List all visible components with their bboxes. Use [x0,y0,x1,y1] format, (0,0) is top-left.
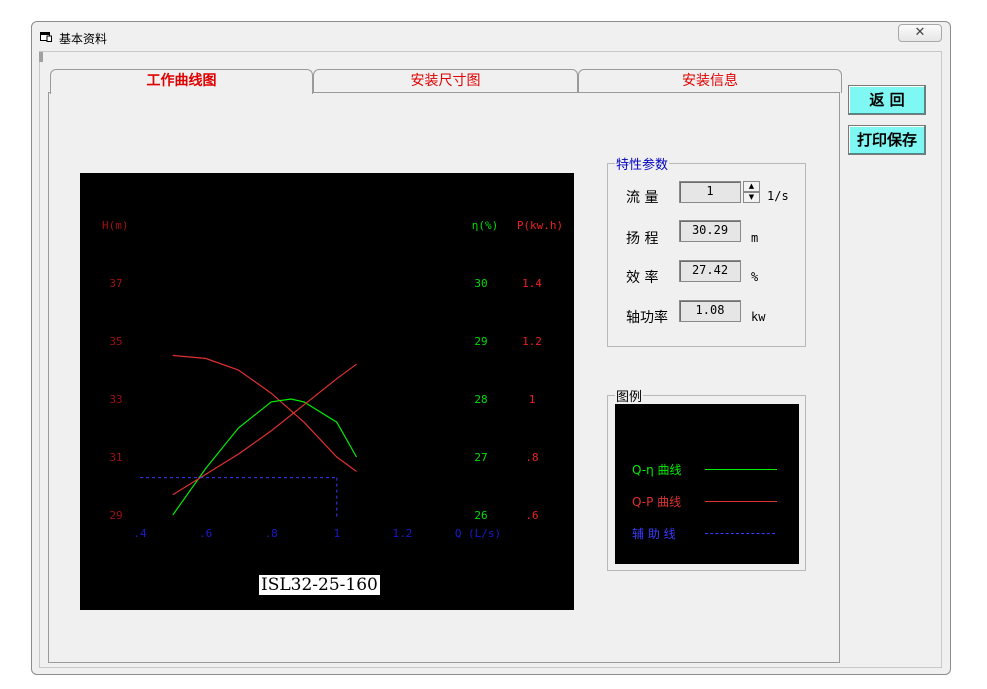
head-tick-label: 29 [109,509,122,522]
power-tick-label: .6 [525,509,538,522]
x-tick-label: 1.2 [392,527,412,540]
flow-input[interactable]: 1 [679,181,741,203]
tab-work-curve[interactable]: 工作曲线图 [50,69,313,94]
power-tick-label: 1 [529,393,536,406]
pump-model-label: ISL32-25-160 [259,575,380,595]
print-save-button[interactable]: 打印保存 [848,125,926,155]
flow-unit: 1/s [767,189,789,203]
x-tick-label: 1 [333,527,340,540]
eff-axis-label: η(%) [472,219,499,232]
tab-strip: 工作曲线图 安装尺寸图 安装信息 [50,69,842,94]
legend-label-eff: Q-η 曲线 [632,463,682,477]
close-icon: ✕ [914,25,926,40]
power-axis-label: P(kw.h) [517,219,563,232]
head-tick-label: 37 [109,277,122,290]
eff-tick-label: 29 [474,335,487,348]
tab-install-info[interactable]: 安装信息 [578,69,842,93]
flow-spinner[interactable]: ▲ ▼ [743,181,760,203]
flow-label: 流 量 [626,190,659,206]
legend-swatch-eff [705,469,777,470]
efficiency-label: 效 率 [626,270,659,286]
legend-swatch-power [705,501,777,502]
power-tick-label: .8 [525,451,538,464]
spinner-up-icon[interactable]: ▲ [743,181,760,192]
eff-tick-label: 28 [474,393,487,406]
head-value: 30.29 [679,220,741,242]
shaft-power-value: 1.08 [679,300,741,322]
legend-group-title: 图例 [615,386,644,405]
close-button[interactable]: ✕ [898,24,942,42]
performance-chart: H(m) η(%) P(kw.h) 37 30 1.4 35 29 1.2 33 28 1 31 27.8… [80,173,574,610]
eff-tick-label: 26 [474,509,487,522]
tab-install-dimensions[interactable]: 安装尺寸图 [313,69,578,93]
spinner-down-icon[interactable]: ▼ [743,192,760,203]
curve-q-1 [172,398,358,516]
x-tick-label: .8 [265,527,278,540]
power-tick-label: 1.4 [522,277,542,290]
head-label: 扬 程 [626,231,659,247]
efficiency-unit: % [751,270,759,284]
shaft-power-label: 轴功率 [626,310,668,326]
window-app-icon [40,32,52,42]
window-title: 基本资料 [59,32,108,46]
legend-swatch-aux [705,533,775,534]
efficiency-value: 27.42 [679,260,741,282]
legend-label-power: Q-P 曲线 [632,495,682,509]
chart-canvas: H(m) η(%) P(kw.h)37 30 1.435 29 1.233 28 131 27.8… [102,219,563,540]
head-tick-label: 31 [109,451,122,464]
x-axis-label: Q (L/s) [455,527,501,540]
params-group-title: 特性参数 [615,154,670,173]
eff-tick-label: 27 [474,451,487,464]
curve-qh-0 [172,354,357,472]
back-button[interactable]: 返 回 [848,85,926,115]
legend-panel: Q-η 曲线 Q-P 曲线 辅 助 线 [615,404,799,564]
x-tick-label: .6 [199,527,212,540]
head-tick-label: 33 [109,393,122,406]
x-tick-label: .4 [133,527,147,540]
title-bar[interactable]: 基本资料 ✕ [32,22,950,52]
shaft-power-unit: kw [751,310,766,324]
resize-grip [39,52,43,62]
head-unit: m [751,231,759,245]
legend-label-aux: 辅 助 线 [632,527,676,541]
head-tick-label: 35 [109,335,122,348]
eff-tick-label: 30 [474,277,487,290]
head-axis-label: H(m) [102,219,129,232]
power-tick-label: 1.2 [522,335,542,348]
